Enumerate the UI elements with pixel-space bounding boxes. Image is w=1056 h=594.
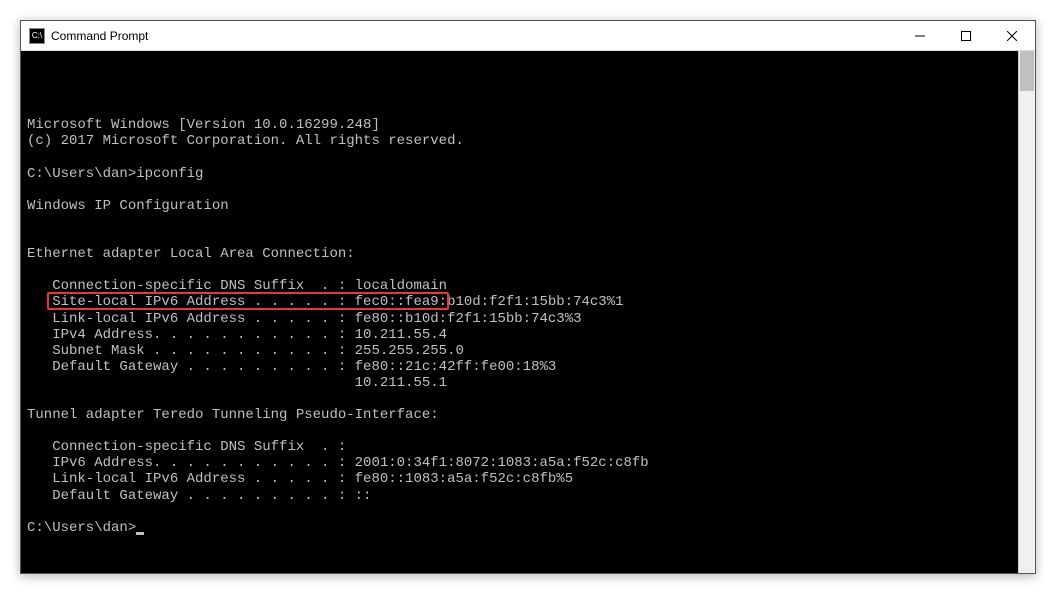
terminal-line bbox=[27, 150, 1035, 166]
terminal-line: Link-local IPv6 Address . . . . . : fe80… bbox=[27, 471, 1035, 487]
terminal-line: Connection-specific DNS Suffix . : bbox=[27, 439, 1035, 455]
terminal-line: C:\Users\dan>ipconfig bbox=[27, 166, 1035, 182]
terminal-line: Microsoft Windows [Version 10.0.16299.24… bbox=[27, 117, 1035, 133]
terminal-line bbox=[27, 391, 1035, 407]
terminal-line: IPv4 Address. . . . . . . . . . . : 10.2… bbox=[27, 327, 1035, 343]
command-prompt-window: C:\ Command Prompt Microsoft Windows [Ve… bbox=[20, 20, 1036, 574]
close-icon bbox=[1007, 31, 1017, 41]
terminal-line: Windows IP Configuration bbox=[27, 198, 1035, 214]
terminal-line bbox=[27, 423, 1035, 439]
terminal-line: 10.211.55.1 bbox=[27, 375, 1035, 391]
terminal-line: Connection-specific DNS Suffix . : local… bbox=[27, 278, 1035, 294]
titlebar[interactable]: C:\ Command Prompt bbox=[21, 21, 1035, 51]
terminal-line: Ethernet adapter Local Area Connection: bbox=[27, 246, 1035, 262]
terminal-line: Site-local IPv6 Address . . . . . : fec0… bbox=[27, 294, 1035, 310]
terminal-line: (c) 2017 Microsoft Corporation. All righ… bbox=[27, 133, 1035, 149]
maximize-button[interactable] bbox=[943, 21, 989, 51]
window-title: Command Prompt bbox=[51, 29, 897, 43]
terminal-line bbox=[27, 504, 1035, 520]
terminal-line: Subnet Mask . . . . . . . . . . . : 255.… bbox=[27, 343, 1035, 359]
cmd-icon: C:\ bbox=[29, 28, 45, 44]
scrollbar-thumb[interactable] bbox=[1020, 51, 1034, 91]
terminal-line: IPv6 Address. . . . . . . . . . . : 2001… bbox=[27, 455, 1035, 471]
terminal-content: Microsoft Windows [Version 10.0.16299.24… bbox=[27, 85, 1035, 573]
terminal-line bbox=[27, 214, 1035, 230]
terminal-line bbox=[27, 182, 1035, 198]
maximize-icon bbox=[961, 31, 971, 41]
terminal-line: Tunnel adapter Teredo Tunneling Pseudo-I… bbox=[27, 407, 1035, 423]
terminal-line bbox=[27, 230, 1035, 246]
cursor bbox=[136, 532, 144, 535]
terminal-line: Default Gateway . . . . . . . . . : :: bbox=[27, 488, 1035, 504]
vertical-scrollbar[interactable] bbox=[1018, 51, 1035, 573]
terminal-line: C:\Users\dan> bbox=[27, 520, 1035, 536]
terminal-line bbox=[27, 262, 1035, 278]
close-button[interactable] bbox=[989, 21, 1035, 51]
window-controls bbox=[897, 21, 1035, 50]
terminal-line: Default Gateway . . . . . . . . . : fe80… bbox=[27, 359, 1035, 375]
minimize-button[interactable] bbox=[897, 21, 943, 51]
terminal-area[interactable]: Microsoft Windows [Version 10.0.16299.24… bbox=[21, 51, 1035, 573]
minimize-icon bbox=[915, 31, 925, 41]
terminal-line: Link-local IPv6 Address . . . . . : fe80… bbox=[27, 311, 1035, 327]
